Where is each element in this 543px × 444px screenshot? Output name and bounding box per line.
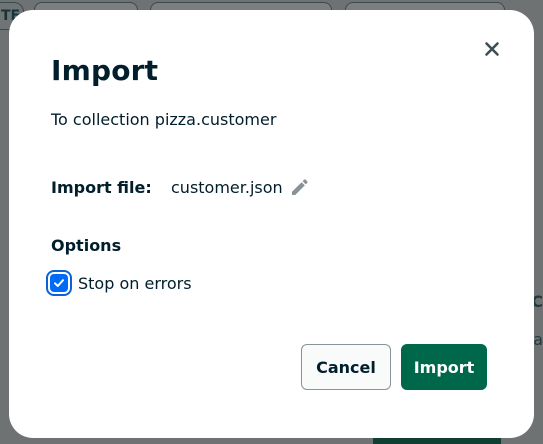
import-modal: Import To collection pizza.customer Impo… xyxy=(9,10,534,438)
cancel-button[interactable]: Cancel xyxy=(301,344,391,390)
stop-on-errors-option[interactable]: Stop on errors xyxy=(45,270,192,296)
stop-on-errors-checkbox[interactable] xyxy=(50,274,68,292)
stop-on-errors-label: Stop on errors xyxy=(78,273,192,293)
close-icon[interactable] xyxy=(483,40,501,58)
options-heading: Options xyxy=(51,236,122,255)
checkmark-icon xyxy=(54,279,64,287)
modal-subtitle: To collection pizza.customer xyxy=(51,110,277,129)
import-file-name: customer.json xyxy=(171,178,283,197)
pencil-icon[interactable] xyxy=(289,178,309,198)
import-file-label: Import file: xyxy=(51,178,152,197)
import-button[interactable]: Import xyxy=(401,344,487,390)
modal-title: Import xyxy=(51,54,159,87)
